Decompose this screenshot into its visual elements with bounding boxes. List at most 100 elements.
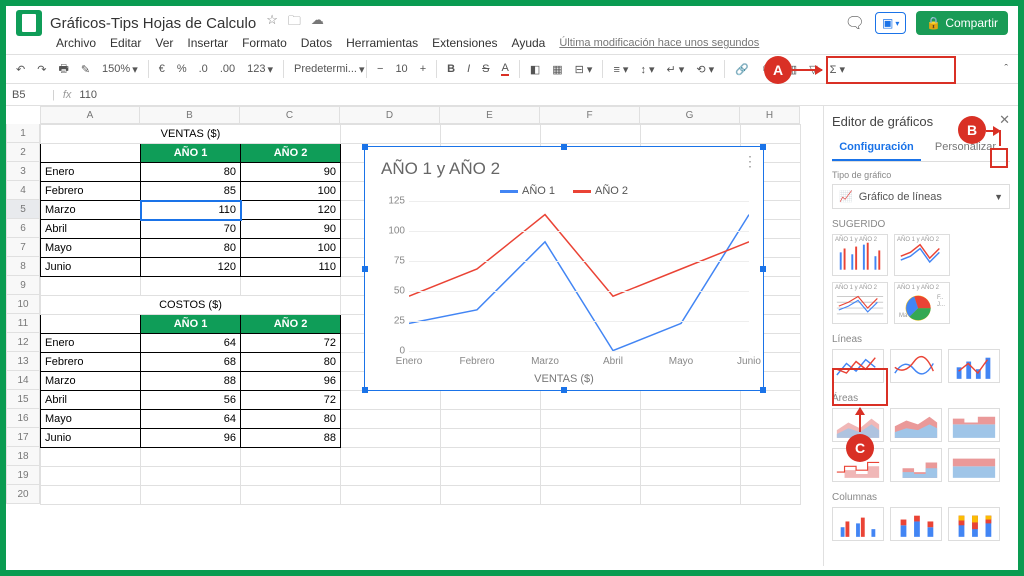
suggested-thumb-2[interactable]: AÑO 1 y AÑO 2 — [894, 234, 950, 276]
cell[interactable] — [141, 277, 241, 296]
column-header[interactable]: D — [340, 106, 440, 124]
chart-type-col-3[interactable] — [948, 507, 1000, 541]
cell[interactable]: 110 — [241, 258, 341, 277]
chart-type-area-2[interactable] — [890, 408, 942, 442]
merge-button[interactable]: ⊟ ▾ — [571, 61, 597, 78]
chart-type-area-5[interactable] — [890, 448, 942, 482]
column-header[interactable]: A — [40, 106, 140, 124]
cell[interactable] — [741, 486, 801, 505]
cell[interactable]: 100 — [241, 182, 341, 201]
column-header[interactable]: G — [640, 106, 740, 124]
row-header[interactable]: 15 — [6, 390, 40, 409]
cell[interactable]: 72 — [241, 334, 341, 353]
cell[interactable]: 72 — [241, 391, 341, 410]
cell[interactable]: Marzo — [41, 201, 141, 220]
paint-format-button[interactable]: ✎ — [77, 61, 94, 78]
embedded-chart[interactable]: ⋮ AÑO 1 y AÑO 2 AÑO 1AÑO 2 0255075100125… — [364, 146, 764, 391]
menu-archivo[interactable]: Archivo — [56, 36, 96, 50]
cell[interactable]: COSTOS ($) — [141, 296, 241, 315]
cell[interactable]: AÑO 1 — [141, 144, 241, 163]
cell[interactable] — [741, 125, 801, 144]
menu-ver[interactable]: Ver — [155, 36, 173, 50]
cell[interactable]: Mayo — [41, 239, 141, 258]
chart-type-area-3[interactable] — [948, 408, 1000, 442]
text-color-button[interactable]: A — [497, 60, 512, 78]
cell[interactable]: AÑO 2 — [241, 144, 341, 163]
cell[interactable]: Marzo — [41, 372, 141, 391]
cell[interactable]: 70 — [141, 220, 241, 239]
cell[interactable]: AÑO 2 — [241, 315, 341, 334]
cell[interactable]: 80 — [241, 353, 341, 372]
tab-configuracion[interactable]: Configuración — [832, 135, 921, 161]
cell[interactable] — [41, 486, 141, 505]
cell[interactable] — [41, 467, 141, 486]
percent-button[interactable]: % — [173, 61, 191, 77]
menu-ayuda[interactable]: Ayuda — [512, 36, 546, 50]
row-header[interactable]: 13 — [6, 352, 40, 371]
cell[interactable]: 64 — [141, 334, 241, 353]
cell[interactable] — [141, 467, 241, 486]
fill-color-button[interactable]: ◧ — [526, 61, 544, 78]
functions-button[interactable]: Σ ▾ — [826, 61, 849, 78]
row-header[interactable]: 9 — [6, 276, 40, 295]
row-header[interactable]: 6 — [6, 219, 40, 238]
italic-button[interactable]: I — [463, 61, 474, 77]
cell[interactable]: 85 — [141, 182, 241, 201]
move-icon[interactable]: 🗀 — [288, 12, 301, 34]
dec-increase-button[interactable]: .00 — [216, 61, 239, 77]
chart-type-combo[interactable] — [948, 349, 1000, 383]
row-header[interactable]: 20 — [6, 485, 40, 504]
share-button[interactable]: 🔒 Compartir — [916, 11, 1008, 35]
cell[interactable] — [241, 277, 341, 296]
cell[interactable]: 96 — [241, 372, 341, 391]
cell[interactable]: 80 — [241, 410, 341, 429]
row-header[interactable]: 16 — [6, 409, 40, 428]
column-header[interactable]: C — [240, 106, 340, 124]
font-select[interactable]: Predetermi... ▾ — [290, 61, 360, 78]
cell[interactable]: 100 — [241, 239, 341, 258]
cell[interactable] — [741, 429, 801, 448]
menu-datos[interactable]: Datos — [301, 36, 332, 50]
row-header[interactable]: 5 — [6, 200, 40, 219]
cell[interactable] — [41, 448, 141, 467]
cell[interactable] — [241, 486, 341, 505]
row-header[interactable]: 10 — [6, 295, 40, 314]
cell[interactable] — [241, 467, 341, 486]
format-number-button[interactable]: 123 ▾ — [243, 61, 277, 78]
cell[interactable]: 88 — [141, 372, 241, 391]
menu-insertar[interactable]: Insertar — [187, 36, 228, 50]
cell[interactable] — [41, 296, 141, 315]
cell[interactable]: 110 — [141, 201, 241, 220]
link-button[interactable]: 🔗 — [731, 61, 753, 78]
cell[interactable]: Abril — [41, 391, 141, 410]
cell[interactable] — [741, 410, 801, 429]
cell[interactable] — [741, 467, 801, 486]
chart-type-area-6[interactable] — [948, 448, 1000, 482]
sheets-logo-icon[interactable] — [16, 10, 42, 36]
dec-decrease-button[interactable]: .0 — [195, 61, 212, 77]
cell[interactable] — [241, 296, 341, 315]
cell[interactable] — [241, 125, 341, 144]
cell[interactable]: Enero — [41, 334, 141, 353]
row-header[interactable]: 1 — [6, 124, 40, 143]
row-header[interactable]: 3 — [6, 162, 40, 181]
cell[interactable] — [741, 391, 801, 410]
cell[interactable] — [441, 125, 541, 144]
cell[interactable]: 80 — [141, 163, 241, 182]
halign-button[interactable]: ≡ ▾ — [609, 61, 632, 78]
row-header[interactable]: 14 — [6, 371, 40, 390]
row-header[interactable]: 7 — [6, 238, 40, 257]
menu-editar[interactable]: Editar — [110, 36, 141, 50]
row-header[interactable]: 2 — [6, 143, 40, 162]
formula-bar[interactable]: 110 — [79, 89, 97, 101]
row-header[interactable]: 4 — [6, 181, 40, 200]
cell[interactable]: Febrero — [41, 353, 141, 372]
cell[interactable]: Abril — [41, 220, 141, 239]
cell[interactable]: 90 — [241, 163, 341, 182]
cell[interactable] — [141, 486, 241, 505]
cell[interactable]: Junio — [41, 429, 141, 448]
row-header[interactable]: 8 — [6, 257, 40, 276]
name-box[interactable]: B5 — [12, 89, 52, 101]
cell[interactable]: VENTAS ($) — [141, 125, 241, 144]
cell[interactable]: 56 — [141, 391, 241, 410]
